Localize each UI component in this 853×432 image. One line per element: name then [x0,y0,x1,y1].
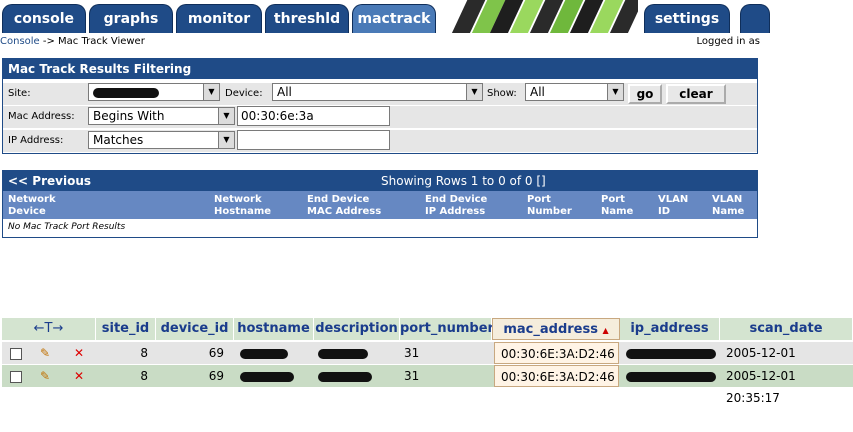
tab-graphs[interactable]: graphs [89,4,173,33]
pencil-icon[interactable]: ✎ [40,365,50,387]
cell-port-number: 31 [404,346,420,360]
cell-hostname-redacted [240,365,294,387]
header-scan-date[interactable]: scan_date [720,318,853,340]
col-end-device-ip[interactable]: End Device IP Address [425,194,487,218]
cell-hostname-redacted [240,342,288,364]
col-end-device-mac[interactable]: End Device MAC Address [307,194,381,218]
header-mac-address-label: mac_address [503,322,598,337]
mac-address-label: Mac Address: [8,111,75,122]
tab-threshld[interactable]: threshld [265,4,349,33]
cell-site-id: 8 [140,369,148,383]
show-select-value: All [530,85,545,99]
filter-panel: Mac Track Results Filtering Site: ▼ Devi… [2,58,758,154]
cell-device-id: 69 [208,346,224,360]
device-select-value: All [277,85,292,99]
breadcrumb: Console -> Mac Track Viewer Logged in as [0,36,760,50]
col-port-name[interactable]: Port Name [601,194,633,218]
col-network-device[interactable]: Network Device [8,194,56,218]
col-vlan-name[interactable]: VLAN Name [712,194,744,218]
double-arrow-icon[interactable]: ←T→ [34,321,64,336]
cell-mac-address: 00:30:6E:3A:D2:46 [494,365,619,387]
ip-address-input[interactable] [237,130,390,150]
filter-row-1: Site: ▼ Device: All ▼ Show: All ▼ go cle… [3,83,757,105]
site-label: Site: [8,88,31,99]
cell-mac-address: 00:30:6E:3A:D2:46 [494,342,619,364]
header-device-id[interactable]: device_id [156,318,234,340]
header-hostname[interactable]: hostname [234,318,314,340]
cell-description-redacted [318,342,368,364]
cell-description-redacted [318,365,372,387]
col-port-number[interactable]: Port Number [527,194,572,218]
col-vlan-id[interactable]: VLAN ID [658,194,688,218]
showing-rows-text: Showing Rows 1 to 0 of 0 [] [381,174,546,188]
header-ip-address[interactable]: ip_address [620,318,720,340]
dropdown-arrow-icon: ▼ [218,108,234,124]
tab-settings[interactable]: settings [644,4,730,33]
dropdown-arrow-icon: ▼ [203,84,219,100]
action-header[interactable]: ←T→ [2,318,96,340]
logged-in-text: Logged in as [696,36,760,47]
cell-ip-redacted [626,365,716,387]
ip-mode-value: Matches [93,133,144,147]
cell-scan-date: 2005-12-01 16:32:25 [726,346,796,382]
mac-mode-value: Begins With [93,109,165,123]
header-port-number[interactable]: port_number [400,318,494,340]
col-network-hostname[interactable]: Network Hostname [214,194,271,218]
delete-x-icon[interactable]: ✕ [74,365,84,387]
tab-help[interactable] [740,4,770,33]
delete-x-icon[interactable]: ✕ [74,342,84,364]
row-checkbox[interactable] [10,371,22,383]
redacted-site [93,87,159,98]
cell-device-id: 69 [208,369,224,383]
ip-address-label: IP Address: [8,135,64,146]
show-select[interactable]: All ▼ [525,83,624,101]
header-mac-address[interactable]: mac_address ▲ [492,318,620,340]
cell-scan-date: 2005-12-01 20:35:17 [726,369,796,405]
header-site-id[interactable]: site_id [96,318,156,340]
mac-address-input[interactable]: 00:30:6e:3a [237,106,390,126]
previous-link[interactable]: << Previous [8,171,91,191]
decorative-banner [438,0,638,33]
device-select[interactable]: All ▼ [272,83,483,101]
device-label: Device: [225,88,263,99]
site-select[interactable]: ▼ [88,83,220,101]
pencil-icon[interactable]: ✎ [40,342,50,364]
filter-panel-title: Mac Track Results Filtering [3,59,757,79]
show-label: Show: [487,88,517,99]
results-panel: << Previous Showing Rows 1 to 0 of 0 [] … [2,170,758,238]
dropdown-arrow-icon: ▼ [466,84,482,100]
cell-ip-redacted [626,342,716,364]
cell-site-id: 8 [140,346,148,360]
filter-row-2: Mac Address: Begins With ▼ 00:30:6e:3a [3,106,757,128]
results-column-headers: Network Device Network Hostname End Device… [3,191,757,219]
dropdown-arrow-icon: ▼ [218,132,234,148]
breadcrumb-console-link[interactable]: Console [0,36,40,47]
cell-port-number: 31 [404,369,420,383]
breadcrumb-current: -> Mac Track Viewer [39,36,145,47]
clear-button[interactable]: clear [666,84,726,104]
row-checkbox[interactable] [10,348,22,360]
tab-console[interactable]: console [2,4,86,33]
tab-mactrack[interactable]: mactrack [352,4,436,33]
go-button[interactable]: go [628,84,662,104]
filter-row-3: IP Address: Matches ▼ [3,130,757,152]
table-row: ✎ ✕ 8 69 31 00:30:6E:3A:D2:46 2005-12-01… [2,365,853,405]
ip-mode-select[interactable]: Matches ▼ [88,131,235,149]
results-nav-bar: << Previous Showing Rows 1 to 0 of 0 [] [3,171,757,191]
tab-monitor[interactable]: monitor [176,4,262,33]
header-description[interactable]: description [314,318,400,340]
mac-mode-select[interactable]: Begins With ▼ [88,107,235,125]
no-results-message: No Mac Track Port Results [8,222,126,232]
dropdown-arrow-icon: ▼ [607,84,623,100]
table-row: ✎ ✕ 8 69 31 00:30:6E:3A:D2:46 2005-12-01… [2,342,853,382]
sort-asc-icon: ▲ [602,326,609,335]
top-nav: console graphs monitor threshld mactrack… [0,0,770,33]
